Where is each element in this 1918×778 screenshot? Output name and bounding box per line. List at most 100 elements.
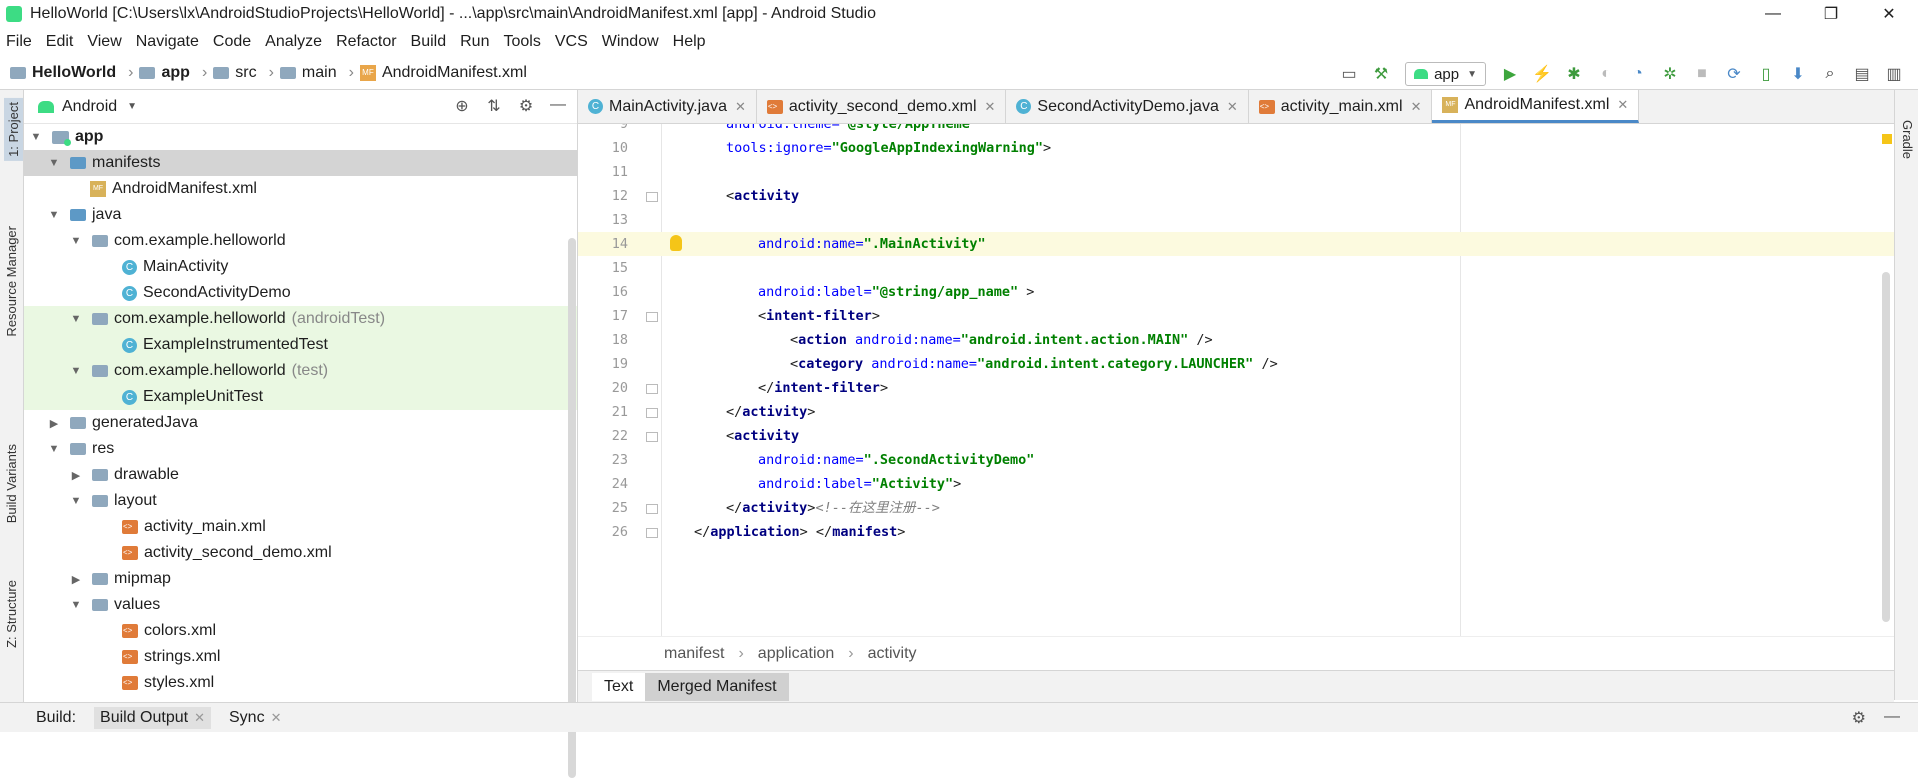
fold-marker[interactable] <box>646 384 658 394</box>
menu-refactor[interactable]: Refactor <box>336 33 396 51</box>
build-variants-tool-tab[interactable]: Build Variants <box>4 444 19 523</box>
project-tool-tab[interactable]: 1: Project <box>4 98 23 161</box>
menu-window[interactable]: Window <box>602 33 659 51</box>
tree-item-package-test[interactable]: ▼ com.example.helloworld (test) <box>24 358 577 384</box>
menu-tools[interactable]: Tools <box>503 33 540 51</box>
hide-panel-icon[interactable]: — <box>1884 708 1900 728</box>
nav-main[interactable]: main <box>279 64 337 82</box>
warning-marker[interactable] <box>1882 134 1892 144</box>
chevron-down-icon[interactable]: ▼ <box>48 209 60 221</box>
minimize-button[interactable]: — <box>1744 0 1802 28</box>
fold-marker[interactable] <box>646 192 658 202</box>
project-structure-icon[interactable]: ▤ <box>1852 64 1872 84</box>
layout-inspector-icon[interactable]: ▥ <box>1884 64 1904 84</box>
close-icon[interactable]: ✕ <box>985 99 996 115</box>
project-scrollbar[interactable] <box>568 238 576 778</box>
tree-item-drawable[interactable]: ▶ drawable <box>24 462 577 488</box>
tree-item-values[interactable]: ▼ values <box>24 592 577 618</box>
tab-androidmanifest-xml[interactable]: MF AndroidManifest.xml ✕ <box>1432 90 1640 123</box>
tab-text[interactable]: Text <box>592 672 646 701</box>
chevron-down-icon[interactable]: ▼ <box>30 131 42 143</box>
close-button[interactable]: ✕ <box>1860 0 1918 28</box>
sdk-manager-icon[interactable]: ⬇ <box>1788 64 1808 84</box>
resource-manager-tool-tab[interactable]: Resource Manager <box>4 226 19 337</box>
locate-icon[interactable]: ⊕ <box>451 96 473 116</box>
tab-sync[interactable]: Sync ✕ <box>229 709 281 727</box>
tree-item-exampleinstrumentedtest[interactable]: C ExampleInstrumentedTest <box>24 332 577 358</box>
tab-build-output[interactable]: Build Output ✕ <box>94 706 211 729</box>
close-icon[interactable]: ✕ <box>1227 99 1238 115</box>
profile-icon[interactable]: ◔ <box>1628 64 1648 84</box>
breadcrumb-activity[interactable]: activity <box>868 645 917 663</box>
tree-item-package-main[interactable]: ▼ com.example.helloworld <box>24 228 577 254</box>
fold-marker[interactable] <box>646 312 658 322</box>
editor-scrollbar[interactable] <box>1882 272 1890 622</box>
chevron-down-icon[interactable]: ▼ <box>70 313 82 325</box>
tab-mainactivity-java[interactable]: C MainActivity.java ✕ <box>578 90 757 123</box>
collapse-all-icon[interactable]: ⇅ <box>483 96 505 116</box>
hide-panel-icon[interactable]: — <box>547 96 569 116</box>
tree-item-strings-xml[interactable]: strings.xml <box>24 644 577 670</box>
menu-file[interactable]: File <box>6 33 32 51</box>
menu-help[interactable]: Help <box>673 33 706 51</box>
chevron-down-icon[interactable]: ▼ <box>70 495 82 507</box>
structure-tool-tab[interactable]: Z: Structure <box>4 580 19 648</box>
code-editor[interactable]: 9 android:theme="@style/AppTheme" 10 tools… <box>578 124 1894 636</box>
run-icon[interactable]: ▶ <box>1500 64 1520 84</box>
fold-marker[interactable] <box>646 432 658 442</box>
menu-build[interactable]: Build <box>411 33 447 51</box>
build-hammer-icon[interactable]: ⚒ <box>1371 64 1391 84</box>
tree-item-app[interactable]: ▼ app <box>24 124 577 150</box>
menu-navigate[interactable]: Navigate <box>136 33 199 51</box>
tree-item-package-androidtest[interactable]: ▼ com.example.helloworld (androidTest) <box>24 306 577 332</box>
tab-activity-main-xml[interactable]: activity_main.xml✕ <box>1249 90 1433 123</box>
stop-icon[interactable]: ■ <box>1692 64 1712 84</box>
debug-icon[interactable]: ✱ <box>1564 64 1584 84</box>
search-icon[interactable]: ⌕ <box>1820 64 1840 84</box>
nav-file[interactable]: MF AndroidManifest.xml <box>359 64 527 82</box>
chevron-down-icon[interactable]: ▼ <box>127 101 137 112</box>
avd-manager-icon[interactable]: ▯ <box>1756 64 1776 84</box>
tree-item-activity-second-demo-xml[interactable]: activity_second_demo.xml <box>24 540 577 566</box>
fold-marker[interactable] <box>646 408 658 418</box>
menu-vcs[interactable]: VCS <box>555 33 588 51</box>
tree-item-androidmanifest[interactable]: MF AndroidManifest.xml <box>24 176 577 202</box>
tree-item-generatedjava[interactable]: ▶ generatedJava <box>24 410 577 436</box>
terminal-icon[interactable]: ▭ <box>1339 64 1359 84</box>
sync-gradle-icon[interactable]: ⟳ <box>1724 64 1744 84</box>
run-config-select[interactable]: app ▼ <box>1405 62 1486 86</box>
attach-debugger-icon[interactable]: ✲ <box>1660 64 1680 84</box>
tree-item-exampleunittest[interactable]: C ExampleUnitTest <box>24 384 577 410</box>
chevron-down-icon[interactable]: ▼ <box>70 235 82 247</box>
chevron-down-icon[interactable]: ▼ <box>70 599 82 611</box>
breadcrumb-application[interactable]: application <box>758 645 835 663</box>
menu-code[interactable]: Code <box>213 33 251 51</box>
gear-icon[interactable]: ⚙ <box>515 96 537 116</box>
tree-item-styles-xml[interactable]: styles.xml <box>24 670 577 696</box>
fold-marker[interactable] <box>646 528 658 538</box>
project-view-select[interactable]: Android <box>62 98 117 116</box>
nav-module[interactable]: app <box>139 64 190 82</box>
coverage-icon[interactable]: ◐ <box>1596 64 1616 84</box>
chevron-right-icon[interactable]: ▶ <box>70 573 82 586</box>
menu-view[interactable]: View <box>87 33 121 51</box>
maximize-button[interactable]: ❐ <box>1802 0 1860 28</box>
chevron-down-icon[interactable]: ▼ <box>48 157 60 169</box>
tree-item-colors-xml[interactable]: colors.xml <box>24 618 577 644</box>
tree-item-manifests[interactable]: ▼ manifests <box>24 150 577 176</box>
nav-project[interactable]: HelloWorld <box>10 64 116 82</box>
breadcrumb-manifest[interactable]: manifest <box>664 645 724 663</box>
close-icon[interactable]: ✕ <box>271 710 282 726</box>
apply-changes-icon[interactable]: ⚡ <box>1532 64 1552 84</box>
tree-item-java[interactable]: ▼ java <box>24 202 577 228</box>
close-icon[interactable]: ✕ <box>1411 99 1422 115</box>
tree-item-layout[interactable]: ▼ layout <box>24 488 577 514</box>
close-icon[interactable]: ✕ <box>194 710 205 726</box>
gradle-tool-tab[interactable]: Gradle <box>1900 120 1915 159</box>
lightbulb-icon[interactable] <box>670 235 682 251</box>
fold-marker[interactable] <box>646 504 658 514</box>
tree-item-res[interactable]: ▼ res <box>24 436 577 462</box>
close-icon[interactable]: ✕ <box>1617 97 1628 113</box>
chevron-down-icon[interactable]: ▼ <box>70 365 82 377</box>
tab-activity-second-demo-xml[interactable]: activity_second_demo.xml✕ <box>757 90 1007 123</box>
